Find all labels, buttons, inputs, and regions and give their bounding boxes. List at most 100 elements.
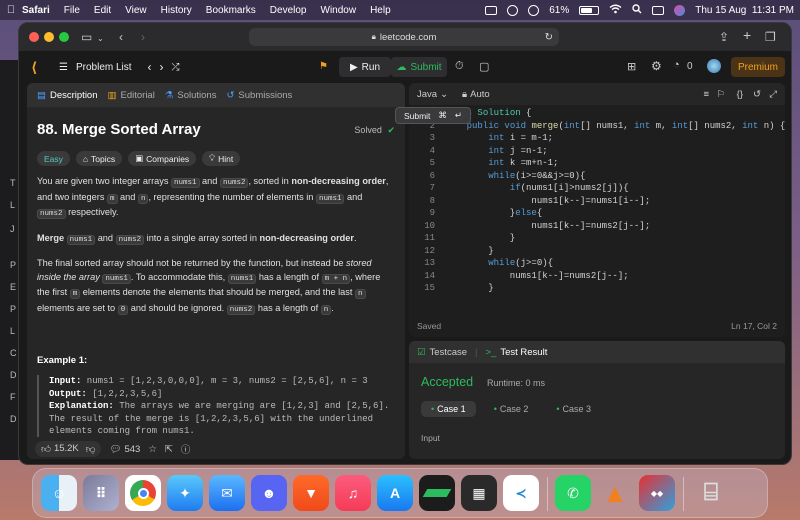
companies-chip[interactable]: ▣ Companies xyxy=(128,151,197,166)
zoom-window-button[interactable] xyxy=(59,32,69,42)
safari-icon[interactable]: ✦ xyxy=(167,475,203,511)
menu-item-file[interactable]: File xyxy=(64,5,80,16)
chrome-icon[interactable] xyxy=(125,475,161,511)
tab-test-result[interactable]: >_ Test Result xyxy=(486,347,548,358)
hint-chip[interactable]: 💡︎ Hint xyxy=(202,151,241,166)
next-problem-icon[interactable]: › xyxy=(160,60,164,74)
align-icon[interactable]: ≡ xyxy=(703,89,709,100)
address-bar[interactable]: 🔒︎ leetcode.com ↻ xyxy=(249,28,559,46)
menu-app-name[interactable]: Safari xyxy=(22,5,50,16)
code-line[interactable]: 11 } xyxy=(409,233,785,246)
tab-description[interactable]: ▤ Description xyxy=(37,90,98,101)
ludo-king-icon[interactable]: ◆◆ xyxy=(639,475,675,511)
debug-icon[interactable]: ⚑ xyxy=(319,61,328,72)
back-icon[interactable]: ‹ xyxy=(119,30,123,44)
code-line[interactable]: 7 if(nums1[i]>nums2[j]){ xyxy=(409,183,785,196)
menu-item-history[interactable]: History xyxy=(161,5,192,16)
premium-button[interactable]: Premium xyxy=(731,57,785,77)
vpn-icon[interactable] xyxy=(528,4,540,16)
vlc-icon[interactable]: ▲ xyxy=(597,475,633,511)
menubar-datetime[interactable]: Thu 15 Aug 11:31 PM xyxy=(695,5,794,16)
auto-mode[interactable]: 🔒︎ Auto xyxy=(462,89,490,100)
bookmark-icon[interactable]: ⚐ xyxy=(716,89,725,100)
expand-icon[interactable]: ⤢ xyxy=(769,89,777,100)
menu-item-bookmarks[interactable]: Bookmarks xyxy=(206,5,256,16)
menu-item-help[interactable]: Help xyxy=(370,5,391,16)
clock-icon[interactable] xyxy=(507,4,519,16)
terminal-app-icon[interactable] xyxy=(419,475,455,511)
reload-icon[interactable]: ↻ xyxy=(545,32,553,43)
tab-submissions[interactable]: ↺ Submissions xyxy=(226,90,292,101)
launchpad-icon[interactable]: ⠿ xyxy=(83,475,119,511)
notes-icon[interactable]: ▢ xyxy=(479,60,489,73)
close-window-button[interactable] xyxy=(29,32,39,42)
code-line[interactable]: 9 }else{ xyxy=(409,208,785,221)
code-line[interactable]: 5 int k =m+n-1; xyxy=(409,158,785,171)
code-line[interactable]: 13 while(j>=0){ xyxy=(409,258,785,271)
menu-item-view[interactable]: View xyxy=(125,5,147,16)
reset-icon[interactable]: ↺ xyxy=(753,89,761,100)
code-line[interactable]: 4 int j =n-1; xyxy=(409,146,785,159)
star-icon[interactable]: ☆ xyxy=(148,444,157,455)
music-icon[interactable]: ♫ xyxy=(335,475,371,511)
menu-item-window[interactable]: Window xyxy=(321,5,357,16)
calculator-icon[interactable]: ▦ xyxy=(461,475,497,511)
tab-solutions[interactable]: ⚗ Solutions xyxy=(165,90,217,101)
menu-item-edit[interactable]: Edit xyxy=(94,5,111,16)
brave-icon[interactable]: ▼ xyxy=(293,475,329,511)
topics-chip[interactable]: ⌂ Topics xyxy=(75,151,123,166)
siri-icon[interactable] xyxy=(674,4,686,16)
vscode-icon[interactable]: ≺ xyxy=(503,475,539,511)
chevron-down-icon[interactable]: ⌄ xyxy=(97,32,104,46)
help-icon[interactable]: ⓘ xyxy=(181,442,191,456)
list-icon[interactable]: ☰ xyxy=(59,62,68,73)
share-icon[interactable]: ⇱ xyxy=(165,444,173,455)
avatar[interactable] xyxy=(707,59,721,73)
apple-menu-icon[interactable]:  xyxy=(0,4,22,16)
timer-icon[interactable]: ⏱ xyxy=(455,60,464,73)
case-tab-1[interactable]: • Case 1 xyxy=(421,401,476,417)
tab-editorial[interactable]: ▥ Editorial xyxy=(108,90,155,101)
case-tab-3[interactable]: • Case 3 xyxy=(546,401,601,417)
code-line[interactable]: 10 nums1[k--]=nums2[j--]; xyxy=(409,221,785,234)
menu-item-develop[interactable]: Develop xyxy=(270,5,307,16)
leetcode-logo-icon[interactable]: ⟨ xyxy=(31,59,47,75)
trash-icon[interactable]: ⌸ xyxy=(693,475,729,511)
sidebar-icon[interactable]: ▭ xyxy=(81,30,92,44)
case-tab-2[interactable]: • Case 2 xyxy=(484,401,539,417)
like-button[interactable]: 👍︎ 15.2K 👎︎ xyxy=(35,441,102,457)
code-line[interactable]: 3 int i = m-1; xyxy=(409,133,785,146)
layout-icon[interactable]: ⊞ xyxy=(627,60,636,73)
code-line[interactable]: 15 } xyxy=(409,283,785,296)
code-line[interactable]: 14 nums1[k--]=nums2[j--]; xyxy=(409,271,785,284)
code-line[interactable]: 12 } xyxy=(409,246,785,259)
submit-button[interactable]: ☁ Submit xyxy=(391,57,447,77)
language-select[interactable]: Java ⌄ xyxy=(417,89,448,100)
thumbs-down-icon[interactable]: 👎︎ xyxy=(86,443,96,455)
code-line[interactable]: 6 while(i>=0&&j>=0){ xyxy=(409,171,785,184)
braces-icon[interactable]: {} xyxy=(737,89,743,100)
discord-icon[interactable]: ☻ xyxy=(251,475,287,511)
screen-record-icon[interactable] xyxy=(485,5,498,15)
shuffle-icon[interactable]: ⤮ xyxy=(172,62,180,73)
battery-icon[interactable] xyxy=(579,5,600,15)
mail-icon[interactable]: ✉ xyxy=(209,475,245,511)
app-store-icon[interactable]: A xyxy=(377,475,413,511)
comments-button[interactable]: 💬︎ 543 xyxy=(109,444,140,455)
tab-overview-icon[interactable]: ❐ xyxy=(765,30,776,44)
tab-testcase[interactable]: ☑ Testcase xyxy=(417,347,467,358)
finder-icon[interactable]: ☺ xyxy=(41,475,77,511)
settings-gear-icon[interactable]: ⚙ xyxy=(651,59,662,73)
code-area[interactable]: 1class Solution {2 public void merge(int… xyxy=(409,106,785,314)
minimize-window-button[interactable] xyxy=(44,32,54,42)
code-line[interactable]: 8 nums1[k--]=nums1[i--]; xyxy=(409,196,785,209)
notification-bell-icon[interactable]: ◔ xyxy=(673,59,680,71)
share-icon[interactable]: ⇪ xyxy=(719,30,729,44)
problem-list-link[interactable]: Problem List xyxy=(76,62,132,73)
forward-icon[interactable]: › xyxy=(141,30,145,44)
wifi-icon[interactable] xyxy=(609,4,622,17)
new-tab-icon[interactable]: + xyxy=(743,28,751,42)
prev-problem-icon[interactable]: ‹ xyxy=(148,60,152,74)
control-center-icon[interactable] xyxy=(652,5,665,15)
search-icon[interactable] xyxy=(632,3,642,17)
